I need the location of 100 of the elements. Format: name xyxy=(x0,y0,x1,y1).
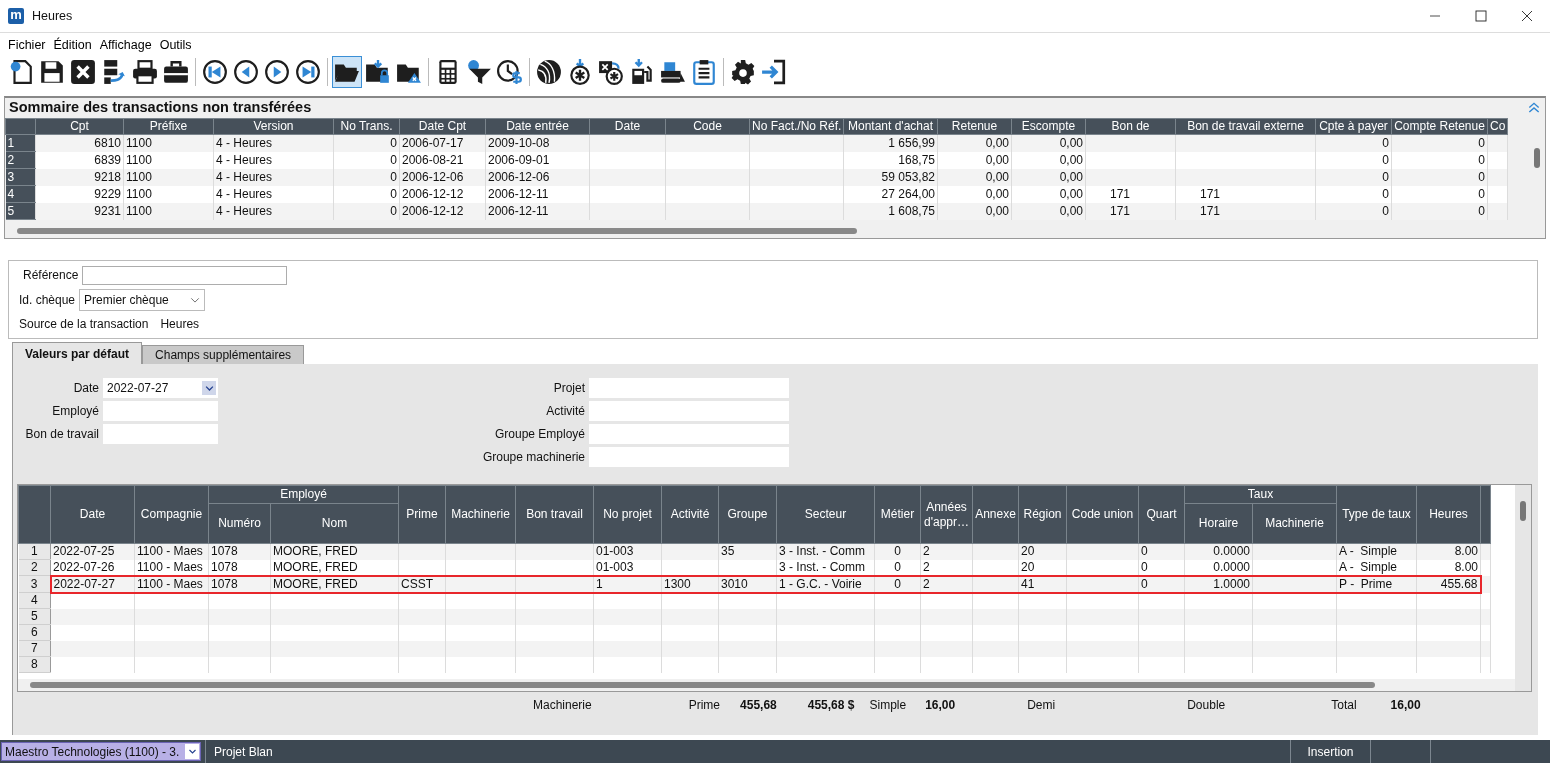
menu-item[interactable]: Outils xyxy=(155,35,196,52)
input-field[interactable] xyxy=(103,401,218,421)
column-header[interactable]: Date xyxy=(589,118,666,135)
table-cell: 20 xyxy=(1018,559,1067,576)
column-header[interactable]: Groupe xyxy=(718,485,777,544)
field-label: Groupe Employé xyxy=(493,426,585,443)
input-field[interactable] xyxy=(589,401,789,421)
column-header[interactable]: Date entrée xyxy=(485,118,590,135)
column-header[interactable]: Code xyxy=(665,118,750,135)
field-label: Id. chèque xyxy=(19,291,76,309)
table-cell: 1078 xyxy=(208,543,271,560)
column-header[interactable]: Cpte à payer xyxy=(1315,118,1392,135)
column-header[interactable]: Annexe xyxy=(972,485,1019,544)
tab[interactable]: Champs supplémentaires xyxy=(142,345,305,364)
column-header[interactable]: No Fact./No Réf. xyxy=(749,118,844,135)
scrollbar-thumb[interactable] xyxy=(30,682,1375,688)
column-header[interactable]: Version xyxy=(213,118,334,135)
column-header[interactable]: Prime xyxy=(398,485,446,544)
column-header[interactable]: Heures xyxy=(1416,485,1481,544)
column-header[interactable]: Montant d'achat xyxy=(843,118,938,135)
input-field[interactable] xyxy=(103,424,218,444)
column-header[interactable]: Horaire xyxy=(1184,503,1253,544)
column-header[interactable]: Région xyxy=(1018,485,1067,544)
table-cell: 0 xyxy=(333,151,400,169)
table-cell: CSST xyxy=(398,575,446,593)
column-header[interactable]: No Trans. xyxy=(333,118,400,135)
input-field[interactable] xyxy=(589,378,789,398)
column-header[interactable]: Bon travail xyxy=(515,485,594,544)
tab[interactable]: Valeurs par défaut xyxy=(12,342,143,364)
table-row[interactable]: 3 2022-07-27 1100 - Maes 1078 MOORE, FRED CSST 1 1300 3010 1 - G.C. - Voirie 0 2 41 0 1.0000 P - Prime 455.68 xyxy=(18,575,1491,593)
table-cell: 1100 - Maes xyxy=(134,543,209,560)
column-header[interactable]: Compte Retenue xyxy=(1391,118,1488,135)
column-header[interactable]: Activité xyxy=(661,485,719,544)
column-header[interactable]: Nom xyxy=(270,503,399,544)
toolbar-button[interactable] xyxy=(332,56,362,88)
column-header[interactable]: Cpt xyxy=(35,118,124,135)
folder-lock-icon xyxy=(365,59,391,85)
column-header[interactable]: Date Cpt xyxy=(399,118,486,135)
table-cell: 4 - Heures xyxy=(213,151,334,169)
column-header[interactable]: Années d'appr… xyxy=(920,485,973,544)
date-field[interactable]: 2022-07-27 xyxy=(103,378,218,398)
table-cell: 2 xyxy=(920,575,973,593)
save-icon xyxy=(39,59,65,85)
field-label: Bon de travail xyxy=(24,426,99,443)
table-cell: 168,75 xyxy=(843,151,938,169)
column-header[interactable]: Retenue xyxy=(937,118,1012,135)
column-header[interactable]: Métier xyxy=(874,485,921,544)
company-dropdown[interactable]: Maestro Technologies (1100) - 3. xyxy=(1,742,201,761)
column-header[interactable]: Bon de xyxy=(1085,118,1176,135)
skip-forward-icon xyxy=(295,59,321,85)
table-cell: 0,00 xyxy=(937,151,1012,169)
maximize-icon[interactable] xyxy=(1475,10,1487,22)
table-cell: 0 xyxy=(1138,575,1185,593)
close-icon[interactable] xyxy=(1521,10,1533,22)
column-header[interactable]: No projet xyxy=(593,485,662,544)
dropdown[interactable]: Premier chèque xyxy=(79,288,206,311)
column-header[interactable]: Co xyxy=(1487,118,1508,135)
total-label: Demi xyxy=(1027,697,1056,714)
column-header[interactable]: Préfixe xyxy=(123,118,214,135)
scrollbar-thumb[interactable] xyxy=(1520,501,1526,521)
vertical-scrollbar[interactable] xyxy=(1515,485,1531,691)
column-header[interactable]: Secteur xyxy=(776,485,875,544)
column-header[interactable]: Date xyxy=(50,485,135,544)
column-header[interactable]: Compagnie xyxy=(134,485,209,544)
table-cell: 0.0000 xyxy=(1184,543,1253,560)
table-cell: 1 xyxy=(593,575,662,593)
horizontal-scrollbar[interactable] xyxy=(18,679,1515,691)
table-cell: 2006-12-11 xyxy=(485,185,590,203)
column-header[interactable]: Quart xyxy=(1138,485,1185,544)
dropdown-button[interactable] xyxy=(202,381,216,395)
caret-icon xyxy=(187,747,197,756)
column-header[interactable]: Escompte xyxy=(1011,118,1086,135)
collapse-icon[interactable] xyxy=(1527,101,1541,115)
scrollbar-thumb[interactable] xyxy=(1534,148,1540,168)
table-cell: A - Simple xyxy=(1336,559,1417,576)
table-cell: 1100 xyxy=(123,168,214,186)
column-header[interactable]: Bon de travail externe xyxy=(1175,118,1316,135)
column-header[interactable]: Numéro xyxy=(208,503,271,544)
table-cell: 2022-07-27 xyxy=(50,575,135,593)
column-header[interactable]: Type de taux xyxy=(1336,485,1417,544)
column-header[interactable]: Code union xyxy=(1066,485,1139,544)
table-cell: 1078 xyxy=(208,575,271,593)
field-label: Source de la transaction xyxy=(19,316,149,333)
field-label: Date xyxy=(72,380,99,397)
table-cell: 2006-12-11 xyxy=(485,202,590,220)
input-field[interactable] xyxy=(589,424,789,444)
settings-icon xyxy=(730,59,756,85)
table-cell: 2006-12-06 xyxy=(399,168,486,186)
menu-item[interactable]: Édition xyxy=(49,35,96,52)
table-cell: 1100 xyxy=(123,151,214,169)
table-cell: 1078 xyxy=(208,559,271,576)
menu-item[interactable]: Affichage xyxy=(95,35,156,52)
column-header[interactable]: Machinerie xyxy=(1252,503,1337,544)
scrollbar-thumb[interactable] xyxy=(17,228,857,234)
input-field[interactable] xyxy=(589,447,789,467)
table-cell: 2022-07-25 xyxy=(50,543,135,560)
table-cell: 4 - Heures xyxy=(213,134,334,152)
column-header[interactable]: Machinerie xyxy=(445,485,516,544)
input-field[interactable] xyxy=(82,265,288,285)
menu-item[interactable]: Fichier xyxy=(4,35,50,52)
